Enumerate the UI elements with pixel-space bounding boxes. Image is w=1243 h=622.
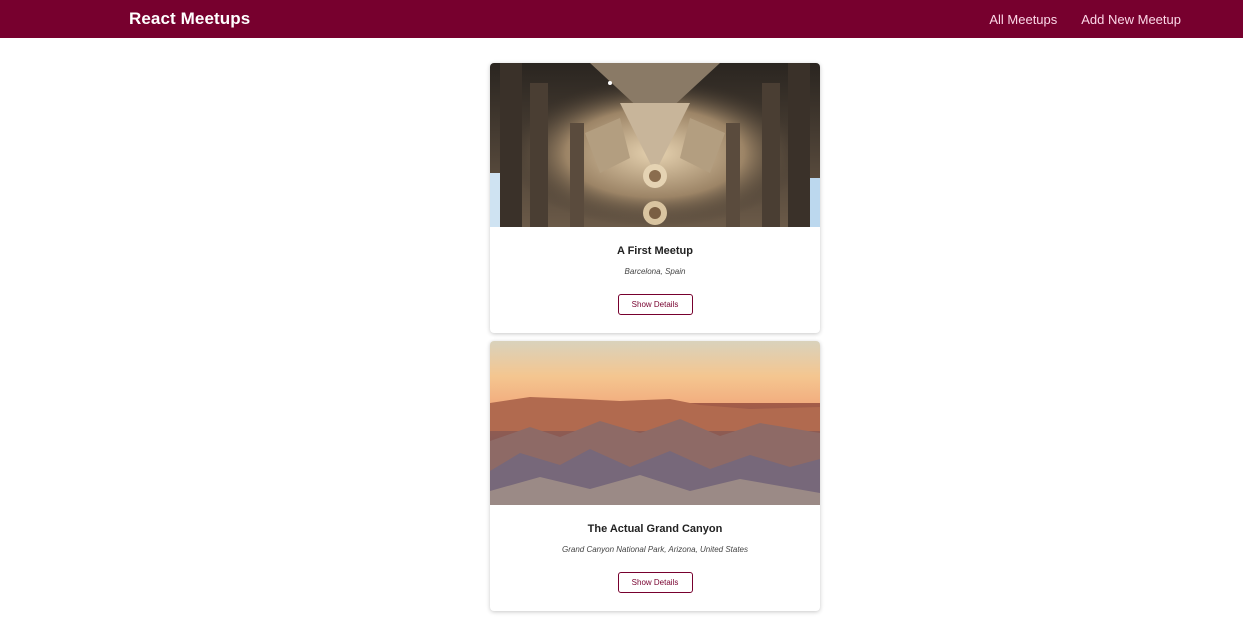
meetup-address: Barcelona, Spain xyxy=(624,267,686,276)
meetup-card-content: The Actual Grand Canyon Grand Canyon Nat… xyxy=(490,505,820,611)
meetup-card: A First Meetup Barcelona, Spain Show Det… xyxy=(490,63,820,333)
show-details-button[interactable]: Show Details xyxy=(617,572,693,593)
meetup-card-content: A First Meetup Barcelona, Spain Show Det… xyxy=(490,227,820,333)
nav-add-new-meetup[interactable]: Add New Meetup xyxy=(1081,12,1181,27)
meetup-list: A First Meetup Barcelona, Spain Show Det… xyxy=(490,63,820,619)
main-header: React Meetups All Meetups Add New Meetup xyxy=(0,0,1243,38)
meetup-card: The Actual Grand Canyon Grand Canyon Nat… xyxy=(490,341,820,611)
meetup-title: A First Meetup xyxy=(617,245,693,257)
site-logo[interactable]: React Meetups xyxy=(129,9,250,29)
meetup-image-grand-canyon xyxy=(490,341,820,505)
meetup-address: Grand Canyon National Park, Arizona, Uni… xyxy=(561,545,749,554)
show-details-button[interactable]: Show Details xyxy=(617,294,693,315)
main-navigation: All Meetups Add New Meetup xyxy=(989,12,1181,27)
nav-all-meetups[interactable]: All Meetups xyxy=(989,12,1057,27)
meetup-image-cathedral xyxy=(490,63,820,227)
meetup-title: The Actual Grand Canyon xyxy=(587,523,723,535)
